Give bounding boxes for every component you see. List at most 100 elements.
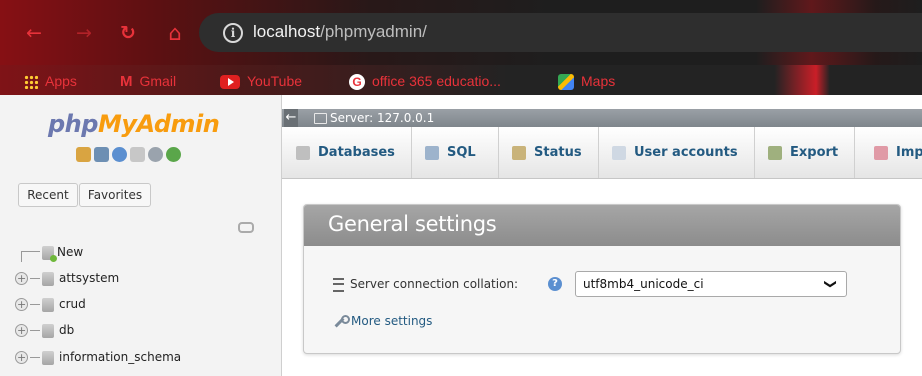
tab-label: User accounts — [634, 145, 738, 160]
tab-export[interactable]: Export — [768, 127, 855, 178]
more-settings-label: More settings — [351, 314, 433, 328]
bookmarks-bar: Apps M Gmail YouTube Goffice 365 educatio… — [0, 65, 922, 95]
database-icon — [42, 297, 54, 312]
url-text[interactable]: localhost/phpmyadmin/ — [253, 22, 427, 42]
tree-item-attsystem[interactable]: attsystem — [15, 268, 120, 289]
tab-databases[interactable]: Databases — [296, 127, 412, 178]
list-icon — [333, 277, 344, 292]
url-path: /phpmyadmin/ — [320, 22, 427, 41]
expand-icon[interactable] — [15, 269, 28, 289]
databases-icon — [296, 145, 310, 160]
users-icon — [612, 145, 626, 160]
tab-label: Export — [790, 145, 839, 160]
more-settings-link[interactable]: More settings — [333, 311, 432, 331]
apps-grid-icon — [24, 75, 38, 90]
home-icon[interactable]: ⌂ — [163, 21, 187, 45]
tree-item-information-schema[interactable]: information_schema — [15, 347, 182, 368]
chevron-down-icon: ❯ — [823, 278, 838, 290]
url-host: localhost — [253, 22, 321, 41]
logo-myadmin: MyAdmin — [97, 110, 220, 138]
bookmark-youtube-label: YouTube — [247, 73, 303, 89]
tab-sql[interactable]: SQL — [425, 127, 499, 178]
status-chart-icon — [512, 145, 526, 160]
gear-icon[interactable] — [148, 147, 163, 162]
database-icon — [42, 350, 54, 365]
tab-label: Databases — [318, 145, 395, 160]
bookmark-gmail[interactable]: M Gmail — [120, 71, 176, 91]
tab-import[interactable]: Imp — [874, 127, 922, 178]
favorites-button[interactable]: Favorites — [79, 183, 151, 207]
tab-label: SQL — [447, 145, 476, 160]
google-icon: G — [349, 74, 365, 91]
general-settings-header: General settings — [304, 205, 900, 246]
bookmark-office-label: office 365 educatio... — [372, 73, 501, 89]
collation-value: utf8mb4_unicode_ci — [583, 277, 704, 291]
bookmark-maps[interactable]: Maps — [558, 71, 615, 91]
gmail-icon: M — [120, 73, 133, 91]
tab-label: Imp — [896, 145, 922, 160]
server-breadcrumb[interactable]: Server: 127.0.0.1 — [314, 110, 434, 126]
help-icon[interactable] — [112, 147, 127, 162]
database-icon — [42, 271, 54, 286]
back-arrow-icon[interactable]: ← — [22, 21, 46, 45]
logout-icon[interactable] — [94, 147, 109, 162]
logo-php: php — [48, 110, 98, 138]
collation-label-text: Server connection collation: — [350, 277, 519, 291]
server-icon — [314, 113, 327, 124]
tree-item-new[interactable]: New — [15, 242, 83, 262]
tree-item-label: db — [59, 323, 75, 337]
browser-toolbar: ← → ↻ ⌂ i localhost/phpmyadmin/ — [0, 0, 922, 65]
tree-line — [30, 304, 40, 305]
server-breadcrumb-bar: ← Server: 127.0.0.1 — [282, 109, 922, 127]
server-label-text: Server: 127.0.0.1 — [330, 111, 435, 125]
maps-icon — [558, 74, 574, 91]
general-settings-title: General settings — [328, 212, 497, 236]
recent-button[interactable]: Recent — [18, 183, 78, 207]
phpmyadmin-logo[interactable]: phpMyAdmin — [48, 110, 220, 138]
sql-icon — [425, 145, 439, 160]
documentation-icon[interactable] — [130, 147, 145, 162]
bookmark-maps-label: Maps — [581, 73, 616, 89]
main-content: ← Server: 127.0.0.1 Databases SQL Status… — [282, 95, 922, 376]
help-icon[interactable]: ? — [548, 277, 562, 291]
address-bar[interactable]: i localhost/phpmyadmin/ — [199, 13, 922, 52]
bookmark-gmail-label: Gmail — [139, 73, 177, 89]
top-menu-tabs: Databases SQL Status User accounts Expor… — [282, 127, 922, 179]
bookmark-office365[interactable]: Goffice 365 educatio... — [349, 71, 501, 91]
tree-branch — [21, 251, 40, 262]
expand-icon[interactable] — [15, 321, 28, 341]
navigation-panel: phpMyAdmin Recent Favorites New attsyste… — [0, 95, 282, 376]
collation-select[interactable]: utf8mb4_unicode_ci ❯ — [575, 271, 847, 297]
database-icon — [42, 323, 54, 338]
collapse-arrow-icon[interactable]: ← — [284, 109, 298, 127]
reload-icon[interactable]: ↻ — [116, 21, 140, 45]
tree-line — [30, 278, 40, 279]
new-database-icon — [42, 245, 57, 262]
bookmark-apps-label: Apps — [45, 73, 77, 89]
tab-user-accounts[interactable]: User accounts — [612, 127, 755, 178]
home-icon[interactable] — [76, 147, 91, 162]
tree-item-label: New — [57, 245, 84, 259]
tree-item-db[interactable]: db — [15, 320, 75, 341]
tree-line — [30, 357, 40, 358]
expand-icon[interactable] — [15, 295, 28, 315]
tree-item-label: crud — [59, 297, 86, 311]
info-icon[interactable]: i — [223, 23, 243, 43]
expand-icon[interactable] — [15, 348, 28, 368]
link-icon[interactable] — [238, 222, 254, 233]
bookmark-apps[interactable]: Apps — [24, 71, 77, 91]
forward-arrow-icon[interactable]: → — [72, 21, 96, 45]
tree-line — [30, 330, 40, 331]
wrench-icon — [333, 314, 350, 329]
tab-status[interactable]: Status — [512, 127, 599, 178]
reload-navigation-icon[interactable] — [166, 147, 181, 162]
tree-item-crud[interactable]: crud — [15, 294, 86, 315]
youtube-icon — [220, 75, 240, 90]
general-settings-panel: General settings Server connection colla… — [303, 204, 901, 354]
export-icon — [768, 145, 782, 160]
import-icon — [874, 145, 888, 160]
tree-item-label: information_schema — [59, 350, 182, 364]
tab-label: Status — [534, 145, 582, 160]
tree-item-label: attsystem — [59, 271, 120, 285]
bookmark-youtube[interactable]: YouTube — [220, 71, 302, 91]
